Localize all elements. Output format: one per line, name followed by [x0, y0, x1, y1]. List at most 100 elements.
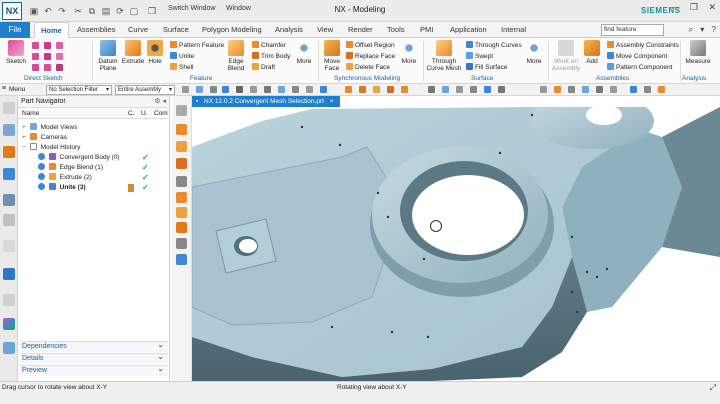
tab-render[interactable]: Render — [348, 22, 373, 38]
tab-surface[interactable]: Surface — [163, 22, 189, 38]
sketch-button[interactable]: Sketch — [5, 40, 27, 65]
move-face-button[interactable]: Move Face — [321, 40, 343, 72]
zoom-icon[interactable] — [359, 86, 366, 93]
constraint-tool-icon[interactable] — [56, 64, 65, 72]
sync-more-button[interactable]: More — [400, 40, 418, 65]
visibility-icon[interactable] — [38, 173, 45, 180]
toolbar-icon-f[interactable] — [610, 86, 617, 93]
trim-body-button[interactable]: Trim Body — [252, 52, 290, 60]
feature-tool-icon[interactable] — [176, 124, 187, 135]
pattern-feature-button[interactable]: Pattern Feature — [170, 41, 224, 49]
replace-face-button[interactable]: Replace Face — [346, 52, 395, 60]
arc-tool-icon[interactable] — [44, 42, 53, 50]
extrude-button[interactable]: Extrude — [121, 40, 145, 65]
visibility-icon[interactable] — [38, 163, 45, 170]
history-icon[interactable] — [3, 268, 15, 280]
toolbar-icon-h[interactable] — [644, 86, 651, 93]
toolbar-icon-e[interactable] — [596, 86, 603, 93]
tab-curve[interactable]: Curve — [128, 22, 148, 38]
command-finder-input[interactable]: find feature — [601, 24, 664, 36]
preview-panel[interactable]: Preview — [20, 364, 168, 376]
rectangle-tool-icon[interactable] — [56, 42, 65, 50]
add-component-button[interactable]: Add — [583, 40, 601, 65]
offset-region-button[interactable]: Offset Region — [346, 41, 395, 49]
tree-item-model-history[interactable]: − Model History — [18, 143, 168, 153]
fullscreen-icon[interactable]: ⤢ — [710, 383, 716, 393]
process-studio-icon[interactable] — [3, 318, 15, 330]
feature-tool-icon[interactable] — [176, 192, 187, 203]
fill-surface-button[interactable]: Fill Surface — [466, 63, 508, 71]
show-hide-icon[interactable] — [470, 86, 477, 93]
snap-point-icon[interactable] — [278, 86, 285, 93]
snap-control-icon[interactable] — [236, 86, 243, 93]
surface-more-button[interactable]: More — [525, 40, 543, 65]
selection-filter-dropdown[interactable]: No Selection Filter — [46, 85, 112, 95]
view-section-icon[interactable] — [442, 86, 449, 93]
tab-assemblies[interactable]: Assemblies — [77, 22, 115, 38]
pan-icon[interactable] — [387, 86, 394, 93]
restore-icon[interactable]: ❐ — [690, 2, 698, 12]
pattern-component-button[interactable]: Pattern Component — [607, 63, 672, 71]
tab-pmi[interactable]: PMI — [420, 22, 433, 38]
hd3d-tools-icon[interactable] — [3, 214, 15, 226]
tab-view[interactable]: View — [317, 22, 333, 38]
part-file-tab[interactable]: NX 12.0.2 Convergent Mesh Selection.prt … — [192, 96, 340, 107]
tab-application[interactable]: Application — [450, 22, 487, 38]
navigator-options-icon[interactable]: ⚙ ◂ — [154, 96, 166, 108]
expand-icon[interactable]: + — [22, 133, 28, 143]
tab-home[interactable]: Home — [34, 22, 69, 38]
edge-blend-button[interactable]: Edge Blend — [224, 40, 248, 72]
toolbar-icon-g[interactable] — [630, 86, 637, 93]
circle-tool-icon[interactable] — [32, 53, 41, 61]
close-tab-icon[interactable]: × — [330, 98, 334, 105]
tree-item-extrude[interactable]: Extrude (2) ✓ — [18, 173, 168, 183]
settings-icon[interactable] — [3, 102, 15, 114]
assembly-constraints-button[interactable]: Assembly Constraints — [607, 41, 679, 49]
tab-polygon-modeling[interactable]: Polygon Modeling — [202, 22, 262, 38]
render-style-icon[interactable] — [428, 86, 435, 93]
fillet-tool-icon[interactable] — [44, 64, 53, 72]
snap-tangent-icon[interactable] — [320, 86, 327, 93]
close-icon[interactable]: ✕ — [708, 2, 716, 12]
column-uptodate[interactable]: U. — [141, 110, 148, 117]
snap-on-curve-icon[interactable] — [292, 86, 299, 93]
orient-view-icon[interactable] — [401, 86, 408, 93]
minimize-icon[interactable]: — — [670, 2, 679, 12]
point-tool-icon[interactable] — [56, 53, 65, 61]
tree-item-cameras[interactable]: + Cameras — [18, 133, 168, 143]
shell-button[interactable]: Shell — [170, 63, 193, 71]
unite-button[interactable]: Unite — [170, 52, 194, 60]
tree-item-convergent-body[interactable]: Convergent Body (0) ✓ — [18, 153, 168, 163]
tree-item-model-views[interactable]: + Model Views — [18, 123, 168, 133]
through-curve-mesh-button[interactable]: Through Curve Mesh — [426, 40, 462, 72]
tab-analysis[interactable]: Analysis — [275, 22, 303, 38]
work-on-assembly-button[interactable]: Work on Assembly — [551, 40, 581, 72]
fit-view-icon[interactable] — [345, 86, 352, 93]
menu-button[interactable]: Menu — [9, 86, 25, 93]
dependencies-panel[interactable]: Dependencies — [20, 340, 168, 352]
feature-tool-icon[interactable] — [176, 207, 187, 218]
column-current[interactable]: C. — [128, 110, 135, 117]
move-component-button[interactable]: Move Component — [607, 52, 667, 60]
toolbar-icon-c[interactable] — [568, 86, 575, 93]
trim-tool-icon[interactable] — [32, 64, 41, 72]
web-browser-icon[interactable] — [3, 240, 15, 252]
swept-button[interactable]: Swept — [466, 52, 493, 60]
visibility-icon[interactable] — [38, 183, 45, 190]
details-panel[interactable]: Details — [20, 352, 168, 364]
expand-icon[interactable]: + — [22, 123, 28, 133]
system-materials-icon[interactable] — [3, 294, 15, 306]
layer-settings-icon[interactable] — [456, 86, 463, 93]
feature-more-button[interactable]: More — [295, 40, 313, 65]
feature-tool-icon[interactable] — [176, 176, 187, 187]
file-tab[interactable]: File — [0, 22, 30, 38]
through-curves-button[interactable]: Through Curves — [466, 41, 522, 49]
snap-center-icon[interactable] — [222, 86, 229, 93]
reuse-library-icon[interactable] — [3, 194, 15, 206]
collapse-icon[interactable]: − — [22, 143, 28, 153]
snap-endpoint-icon[interactable] — [196, 86, 203, 93]
feature-tool-icon[interactable] — [176, 238, 187, 249]
snap-intersection-icon[interactable] — [250, 86, 257, 93]
assembly-navigator-icon[interactable] — [3, 124, 15, 136]
wcs-icon[interactable] — [484, 86, 491, 93]
